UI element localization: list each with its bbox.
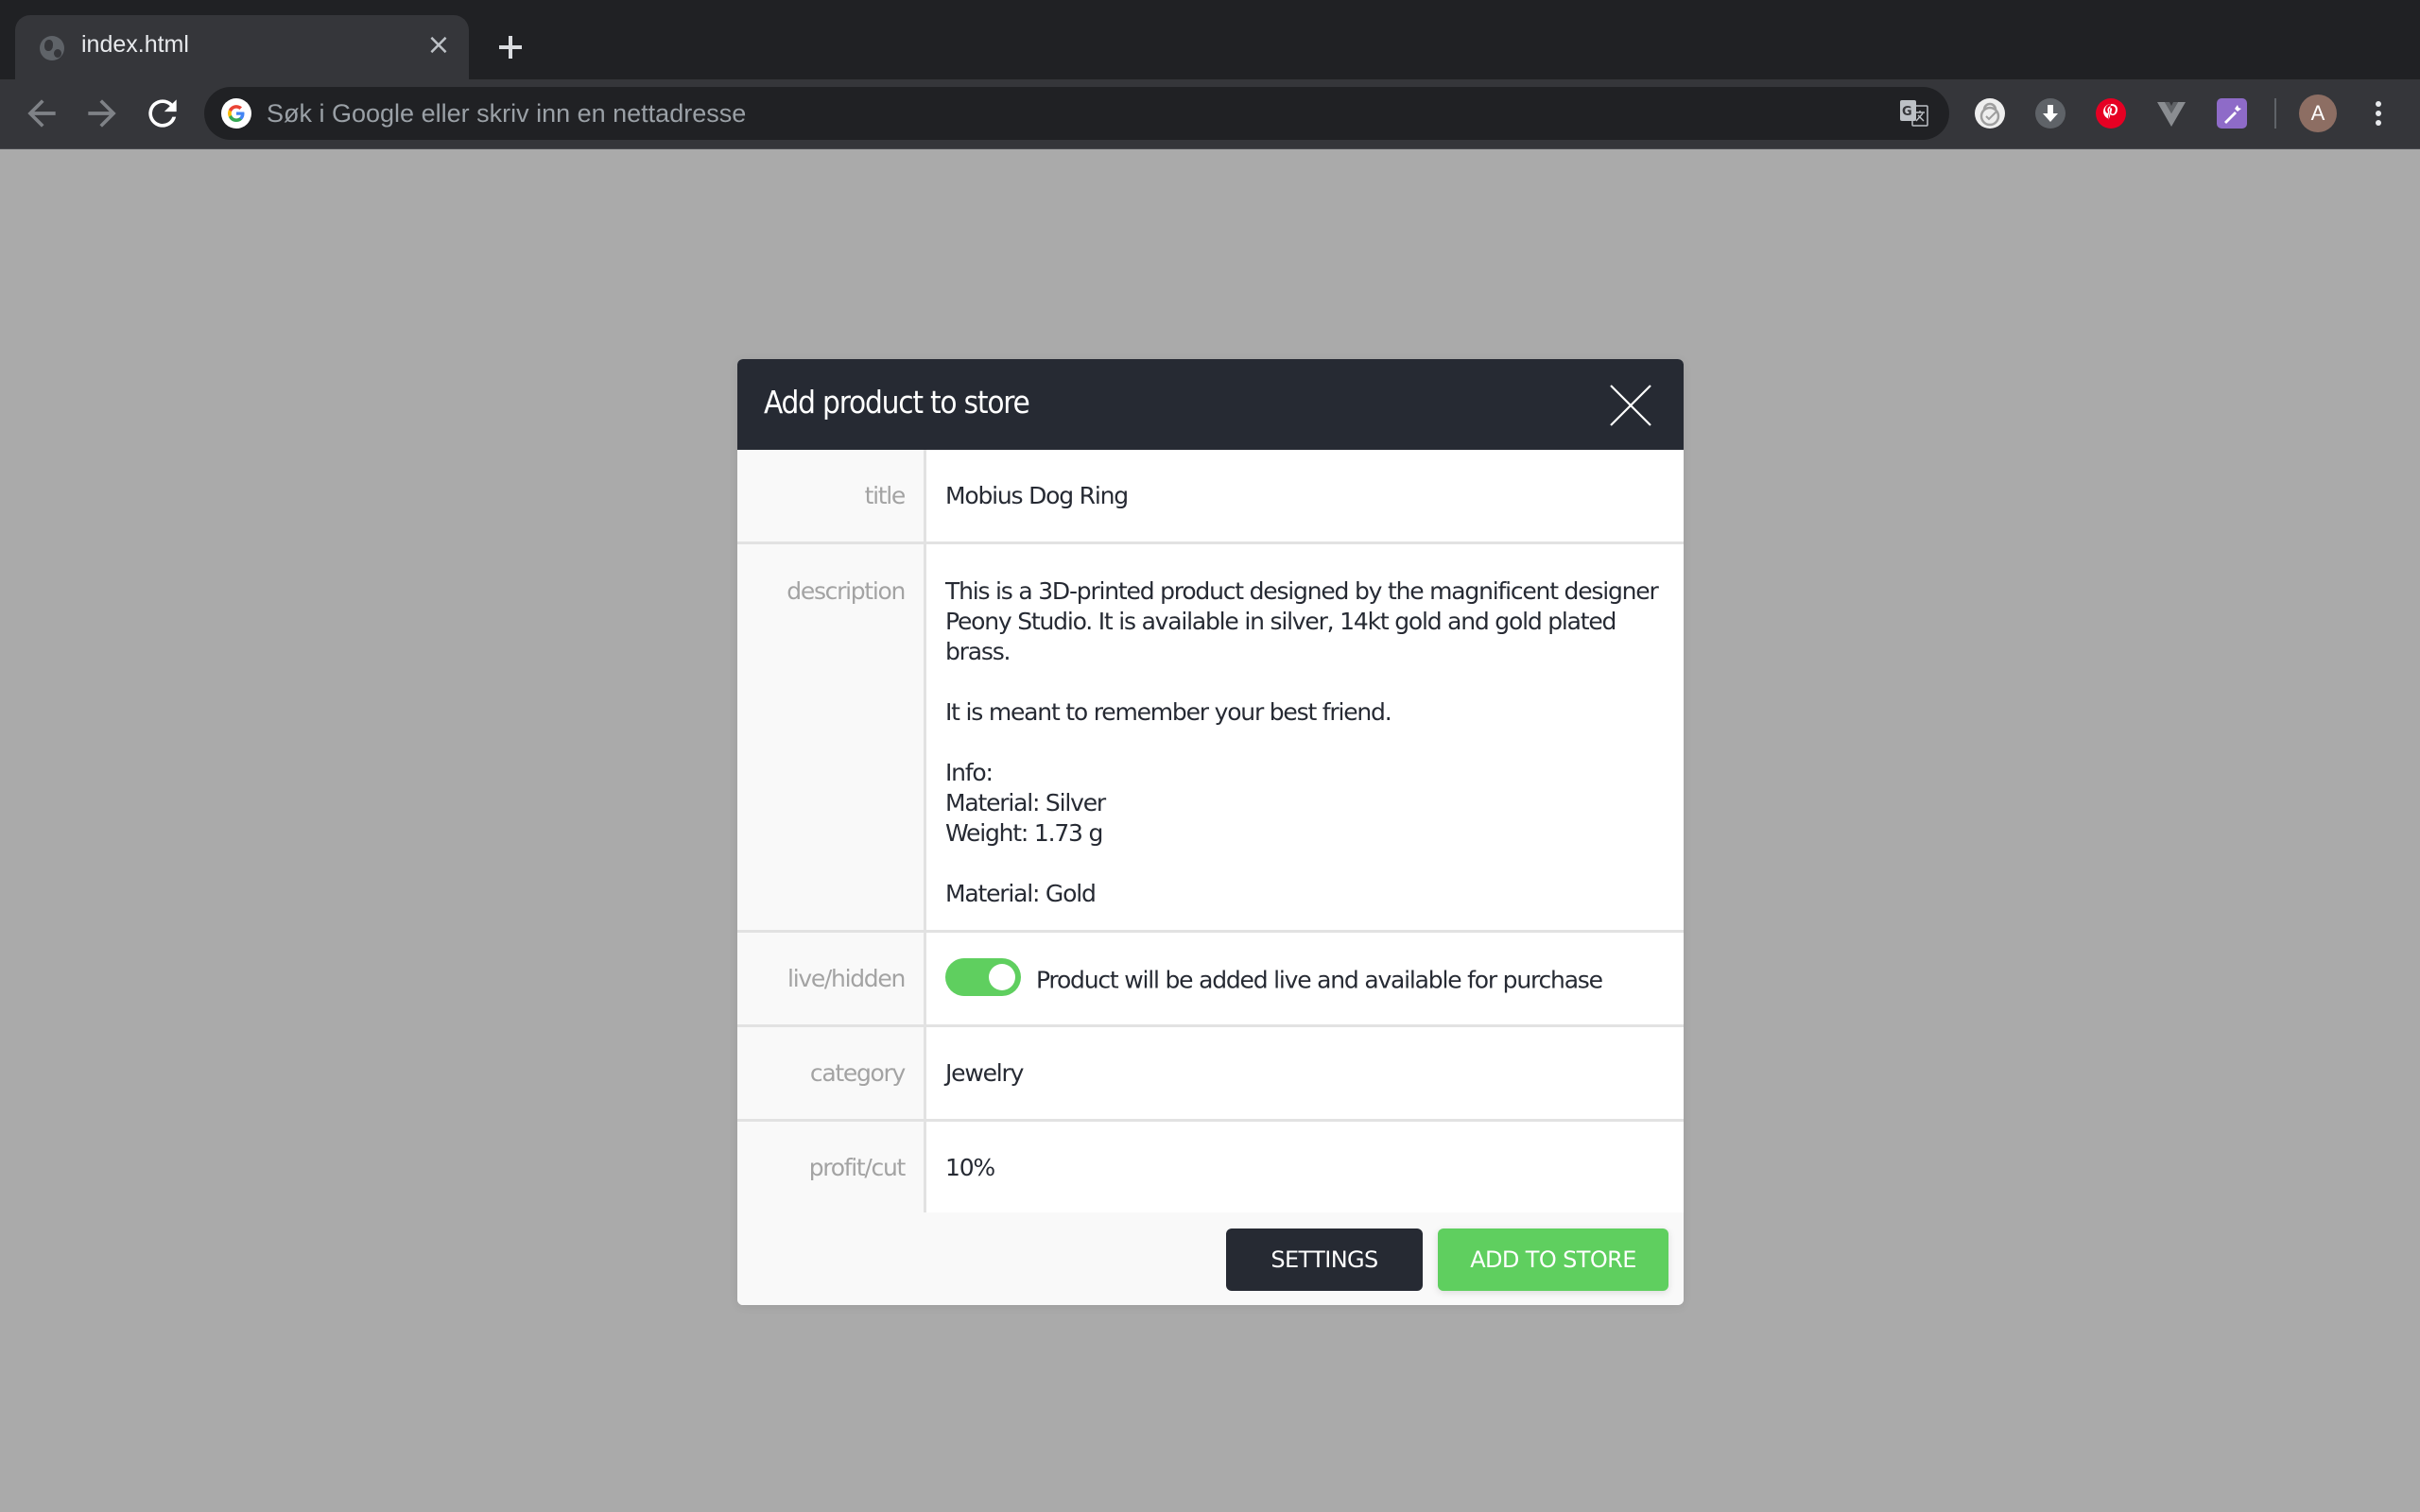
modal-title: Add product to store [764,384,1030,421]
toolbar-divider [2274,98,2276,129]
arrow-right-icon [88,99,116,128]
title-input[interactable]: Mobius Dog Ring [926,450,1684,541]
address-bar[interactable]: G [204,87,1949,140]
toggle-knob [989,964,1015,990]
browser-menu-icon[interactable] [2363,98,2394,129]
globe-icon [40,36,64,60]
tab-title: index.html [81,31,189,58]
reload-button[interactable] [142,93,183,134]
settings-button[interactable]: SETTINGS [1226,1228,1423,1291]
add-product-modal: Add product to store title Mobius Dog Ri… [737,359,1684,1305]
profile-avatar[interactable]: A [2299,94,2337,132]
omnibox-input[interactable] [267,87,1779,140]
field-label-description: description [737,544,926,930]
cryptonator-lock-icon[interactable] [1974,97,2006,129]
profit-input[interactable]: 10% [926,1122,1684,1213]
field-row-live: live/hidden Product will be added live a… [737,933,1684,1027]
field-row-description: description This is a 3D-printed product… [737,544,1684,933]
field-label-profit: profit/cut [737,1122,926,1213]
translate-icon[interactable]: G [1900,100,1928,127]
modal-footer: SETTINGS ADD TO STORE [737,1212,1684,1305]
back-button[interactable] [21,93,62,134]
live-field: Product will be added live and available… [926,933,1684,1024]
tab-strip: index.html × [0,0,2420,79]
pinterest-icon[interactable] [2095,97,2127,129]
close-icon [1610,385,1651,426]
category-select[interactable]: Jewelry [926,1027,1684,1119]
downloader-icon[interactable] [2034,97,2066,129]
new-tab-button[interactable] [492,28,529,66]
add-to-store-button[interactable]: ADD TO STORE [1438,1228,1668,1291]
live-toggle[interactable] [945,958,1021,996]
arrow-left-icon [27,99,56,128]
tab-index[interactable]: index.html × [15,15,469,79]
google-icon [221,98,251,129]
field-row-profit: profit/cut 10% [737,1122,1684,1216]
field-label-category: category [737,1027,926,1119]
description-textarea[interactable]: This is a 3D-printed product designed by… [926,544,1684,930]
forward-button[interactable] [81,93,123,134]
close-button[interactable] [1607,382,1654,429]
live-status-text: Product will be added live and available… [1036,966,1603,994]
carrot-icon[interactable] [2216,97,2248,129]
vue-devtools-icon[interactable] [2155,97,2187,129]
field-label-title: title [737,450,926,541]
svg-text:G: G [1902,105,1912,119]
reload-icon [148,99,177,128]
modal-header: Add product to store [737,359,1684,450]
field-row-title: title Mobius Dog Ring [737,450,1684,544]
tab-close-button[interactable]: × [424,30,454,60]
field-row-category: category Jewelry [737,1027,1684,1122]
field-label-live: live/hidden [737,933,926,1024]
